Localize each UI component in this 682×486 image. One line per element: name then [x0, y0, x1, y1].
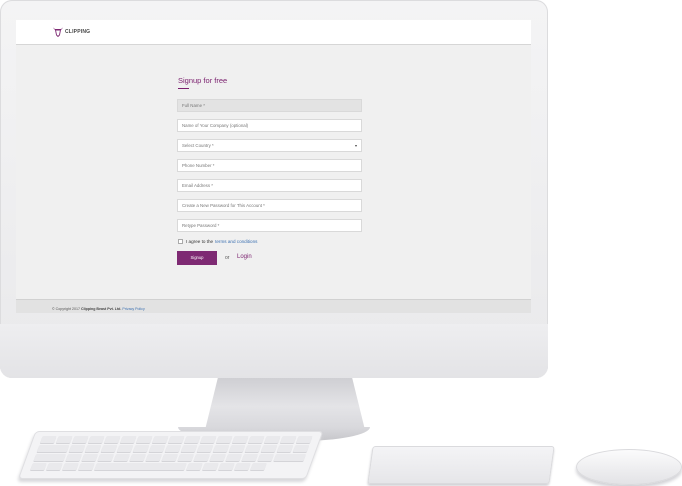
password-input[interactable]: Create a New Password for This Account *: [177, 199, 362, 212]
trackpad: [367, 446, 555, 484]
keyboard-row: [33, 454, 307, 462]
country-select-label: Select Country *: [182, 143, 214, 148]
monitor-chin: [0, 324, 548, 378]
keyboard: [18, 431, 324, 479]
terms-link[interactable]: terms and conditions: [215, 239, 257, 244]
or-text: or: [225, 255, 230, 261]
keyboard-row: [30, 463, 267, 471]
screen: CLIPPING Signup for free Full Name * Nam…: [16, 20, 531, 313]
page-title: Signup for free: [178, 76, 228, 85]
login-link[interactable]: Login: [237, 254, 252, 260]
company-name: Clipping Beast Pvt. Ltd.: [81, 307, 122, 311]
full-name-input[interactable]: Full Name *: [177, 99, 362, 112]
agree-checkbox[interactable]: [178, 239, 183, 244]
brand-name: CLIPPING: [65, 28, 91, 35]
keyboard-row: [40, 436, 313, 444]
agree-label: I agree to the: [186, 239, 214, 244]
signup-button[interactable]: Signup: [177, 251, 217, 265]
bull-head-icon: [52, 26, 64, 37]
brand-logo[interactable]: CLIPPING: [52, 26, 90, 37]
mouse: [576, 449, 682, 485]
keyboard-row: [36, 445, 310, 453]
company-name-input[interactable]: Name of Your Company (optional): [177, 119, 362, 132]
privacy-policy-link[interactable]: Privacy Policy: [122, 307, 144, 311]
email-input[interactable]: Email Address *: [177, 179, 362, 192]
footer: © Copyright 2017 Clipping Beast Pvt. Ltd…: [16, 299, 531, 313]
monitor-stand: [205, 378, 365, 430]
footer-text: © Copyright 2017 Clipping Beast Pvt. Ltd…: [52, 307, 145, 311]
copyright-text: © Copyright 2017: [52, 307, 81, 311]
country-select[interactable]: Select Country * ▾: [177, 139, 362, 152]
agree-row: I agree to the terms and conditions: [178, 239, 257, 244]
phone-number-input[interactable]: Phone Number *: [177, 159, 362, 172]
signup-form-header: Signup for free: [178, 76, 363, 89]
chevron-down-icon: ▾: [354, 143, 357, 148]
retype-password-input[interactable]: Retype Password *: [177, 219, 362, 232]
header-bar: CLIPPING: [16, 20, 531, 45]
title-underline: [178, 88, 189, 89]
